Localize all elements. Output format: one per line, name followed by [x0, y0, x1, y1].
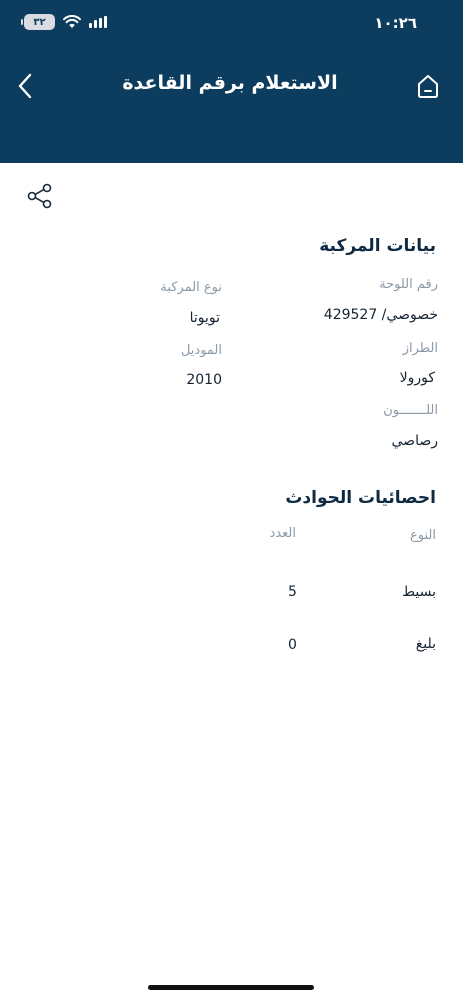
color-value: رصاصي [391, 433, 438, 449]
table-row-type: بليغ [415, 636, 436, 652]
share-icon[interactable] [26, 182, 54, 210]
signal-icon [89, 16, 107, 28]
plate-value: خصوصي/ 429527 [323, 307, 438, 323]
back-chevron-icon[interactable] [12, 70, 40, 102]
table-row-count: 0 [288, 637, 297, 653]
count-column-header: العدد [269, 526, 296, 541]
year-label: الموديل [180, 343, 222, 358]
vehicle-section-title: بيانات المركبة [319, 236, 436, 256]
model-value: كورولا [399, 370, 435, 386]
plate-label: رقم اللوحة [379, 277, 438, 292]
type-column-header: النوع [410, 528, 436, 543]
wifi-icon [63, 15, 81, 28]
home-icon[interactable] [414, 72, 442, 100]
table-row-type: بسيط [402, 584, 436, 600]
battery-icon: ٣٢ [21, 14, 55, 30]
year-value: 2010 [186, 372, 222, 388]
accidents-section-title: احصائيات الحوادث [285, 488, 436, 508]
color-label: اللـــــــون [383, 403, 438, 418]
home-indicator [148, 985, 314, 990]
status-time: ١٠:٢٦ [374, 14, 417, 32]
page-title: الاستعلام برقم القاعدة [122, 72, 338, 94]
app-header: ١٠:٢٦ ٣٢ الاستعلام برقم القاعدة [0, 0, 463, 163]
status-icons: ٣٢ [21, 14, 107, 30]
vehicle-type-label: نوع المركبة [160, 280, 222, 295]
model-label: الطراز [402, 341, 438, 356]
vehicle-type-value: تويوتا [189, 310, 220, 326]
table-row-count: 5 [288, 584, 297, 600]
